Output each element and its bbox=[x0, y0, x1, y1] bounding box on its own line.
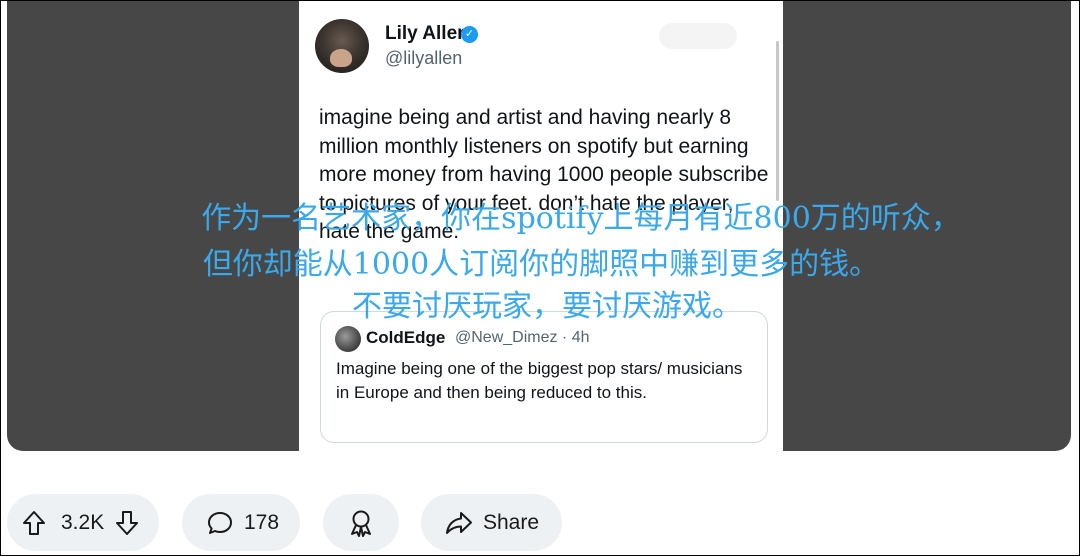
subtitle-line-2: 但你却能从1000人订阅你的脚照中赚到更多的钱。 bbox=[202, 247, 880, 282]
quote-text: Imagine being one of the biggest pop sta… bbox=[336, 359, 743, 402]
comment-icon bbox=[206, 509, 234, 537]
post-frame: Lily Allen ✓ @lilyallen imagine being an… bbox=[0, 0, 1080, 556]
verified-badge-icon: ✓ bbox=[461, 26, 478, 43]
share-label: Share bbox=[483, 510, 540, 534]
follow-button-ghost bbox=[659, 23, 737, 49]
share-icon bbox=[445, 510, 473, 536]
author-name: Lily Allen bbox=[385, 23, 469, 44]
quote-author-avatar bbox=[335, 326, 361, 352]
comment-count: 178 bbox=[244, 510, 280, 534]
upvote-icon[interactable] bbox=[21, 509, 47, 537]
award-icon bbox=[347, 508, 375, 538]
quote-handle-time: @New_Dimez · 4h bbox=[455, 329, 590, 346]
vote-bar: 3.2K bbox=[7, 494, 159, 551]
subtitle-line-3: 不要讨厌玩家，要讨厌游戏。 bbox=[352, 289, 742, 324]
author-avatar bbox=[315, 19, 369, 73]
award-button[interactable] bbox=[323, 494, 399, 551]
vote-count: 3.2K bbox=[61, 510, 105, 534]
share-button[interactable]: Share bbox=[421, 494, 562, 551]
quote-author-name: ColdEdge bbox=[366, 328, 446, 347]
downvote-icon[interactable] bbox=[114, 509, 140, 537]
comments-button[interactable]: 178 bbox=[182, 494, 300, 551]
author-handle: @lilyallen bbox=[385, 48, 463, 68]
subtitle-line-1: 作为一名艺术家，你在spotify上每月有近800万的听众， bbox=[201, 201, 961, 236]
quoted-tweet: ColdEdge @New_Dimez · 4h Imagine being o… bbox=[320, 311, 768, 443]
